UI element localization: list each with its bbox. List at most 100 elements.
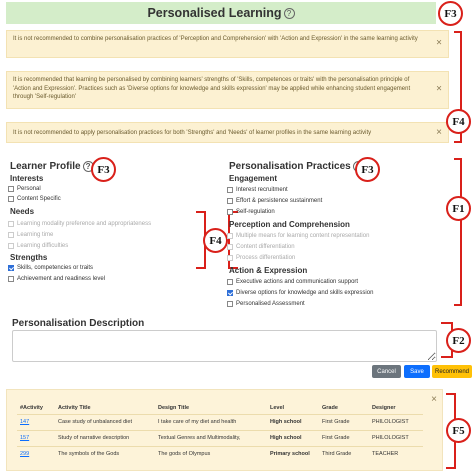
action-label: Action & Expression [229,266,308,275]
checkbox-achievement-readiness[interactable]: Achievement and readiness level [8,276,105,282]
grade-cell: Third Grade [319,445,369,462]
checkbox-label: Executive actions and communication supp… [236,279,359,285]
annotation-bracket [454,158,462,306]
grade-cell: First Grade [319,413,369,430]
checkbox-box[interactable] [227,187,233,193]
checkbox-box[interactable] [8,186,14,192]
badge-f3-practices: F3 [355,157,380,182]
checkbox-label: Personal [17,186,41,192]
cancel-button[interactable]: Cancel [372,365,401,378]
close-icon[interactable]: × [436,84,442,95]
designer-cell: PHILOLOGIST [369,429,423,446]
checkbox-content-differentiation[interactable]: Content differentiation [227,244,295,250]
checkbox-box[interactable] [8,232,14,238]
column-header: Designer [372,404,396,411]
checkbox-box[interactable] [8,196,14,202]
checkbox-label: Learning modality preference and appropr… [17,221,152,227]
checkbox-label: Multiple means for learning content repr… [236,233,370,239]
checkbox-box[interactable] [8,265,14,271]
checkbox-label: Diverse options for knowledge and skills… [236,290,374,296]
design-title-cell: I take care of my diet and health [155,413,267,430]
badge-f4-alerts: F4 [446,109,471,134]
checkbox-self-regulation[interactable]: Self-regulation [227,209,275,215]
design-title-cell: The gods of Olympus [155,445,267,462]
checkbox-label: Personalised Assessment [236,301,305,307]
checkbox-box[interactable] [8,221,14,227]
badge-f4-middle: F4 [203,228,228,253]
checkbox-label: Content differentiation [236,244,295,250]
checkbox-label: Content Specific [17,196,61,202]
checkbox-personalised-assessment[interactable]: Personalised Assessment [227,301,305,307]
checkbox-box[interactable] [227,209,233,215]
activity-title-cell: The symbols of the Gods [55,445,155,462]
checkbox-label: Effort & persistence sustainment [236,198,323,204]
badge-f1: F1 [446,196,471,221]
checkbox-label: Learning time [17,232,54,238]
alert-warning: It is not recommended to combine persona… [6,30,449,58]
checkbox-process-differentiation[interactable]: Process differentiation [227,255,295,261]
checkbox-personal[interactable]: Personal [8,186,41,192]
checkbox-interest-recruitment[interactable]: Interest recruitment [227,187,288,193]
column-header: Level [270,404,285,411]
checkbox-diverse-options[interactable]: Diverse options for knowledge and skills… [227,290,373,296]
alert-text: It is not recommended to combine persona… [13,36,418,42]
checkbox-learning-time[interactable]: Learning time [8,232,53,238]
save-button[interactable]: Save [404,365,430,378]
checkbox-box[interactable] [227,301,233,307]
activity-title-cell: Study of narrative description [55,429,155,446]
checkbox-effort-persistence[interactable]: Effort & persistence sustainment [227,198,322,204]
description-textarea[interactable] [12,330,437,362]
checkbox-content-specific[interactable]: Content Specific [8,196,61,202]
grade-cell: First Grade [319,429,369,446]
strengths-label: Strengths [10,253,48,262]
activity-id-link[interactable]: 299 [17,445,55,462]
table-row: 299 The symbols of the Gods The gods of … [17,445,423,462]
checkbox-box[interactable] [227,233,233,239]
practices-heading: Personalisation Practices ? [229,161,364,172]
checkbox-box[interactable] [227,255,233,261]
alert-text: It is not recommended to apply personali… [13,130,372,136]
help-icon[interactable]: ? [283,7,295,19]
checkbox-learning-difficulties[interactable]: Learning difficulties [8,243,68,249]
checkbox-learning-modality[interactable]: Learning modality preference and appropr… [8,221,151,227]
table-header-row: #Activity Activity Title Design Title Le… [17,402,423,414]
checkbox-box[interactable] [8,276,14,282]
column-header: #Activity [20,404,43,411]
badge-f2: F2 [446,328,471,353]
checkbox-box[interactable] [8,243,14,249]
description-title: Personalisation Description [12,318,145,329]
checkbox-label: Interest recruitment [236,187,288,193]
activity-id-link[interactable]: 157 [17,429,55,446]
close-icon[interactable]: × [436,127,442,139]
checkbox-box[interactable] [227,290,233,296]
checkbox-skills-competencies[interactable]: Skills, competencies or traits [8,265,93,271]
designer-cell: TEACHER [369,445,423,462]
checkbox-multiple-means[interactable]: Multiple means for learning content repr… [227,233,369,239]
checkbox-box[interactable] [227,198,233,204]
table-row: 157 Study of narrative description Textu… [17,429,423,446]
activities-table: #Activity Activity Title Design Title Le… [17,402,423,462]
checkbox-executive-actions[interactable]: Executive actions and communication supp… [227,279,358,285]
badge-f5: F5 [446,418,471,443]
checkbox-box[interactable] [227,279,233,285]
activities-panel: × #Activity Activity Title Design Title … [6,389,443,471]
table-row: 147 Case study of unbalanced diet I take… [17,413,423,430]
checkbox-box[interactable] [227,244,233,250]
page-title: Personalised Learning [147,6,282,20]
engagement-label: Engagement [229,174,278,183]
checkbox-label: Self-regulation [236,209,275,215]
level-cell: Primary school [267,445,319,462]
badge-f3-profile: F3 [91,157,116,182]
recommend-button[interactable]: Recommend [432,365,472,378]
alert-warning: It is not recommended to apply personali… [6,122,449,143]
perception-label: Perception and Comprehension [229,220,350,229]
close-icon[interactable]: × [431,394,437,405]
checkbox-label: Achievement and readiness level [17,276,106,282]
column-header: Grade [322,404,338,411]
checkbox-label: Learning difficulties [17,243,69,249]
learner-profile-title: Learner Profile [10,161,81,172]
activity-id-link[interactable]: 147 [17,413,55,430]
level-cell: High school [267,429,319,446]
activity-title-cell: Case study of unbalanced diet [55,413,155,430]
close-icon[interactable]: × [436,38,442,49]
